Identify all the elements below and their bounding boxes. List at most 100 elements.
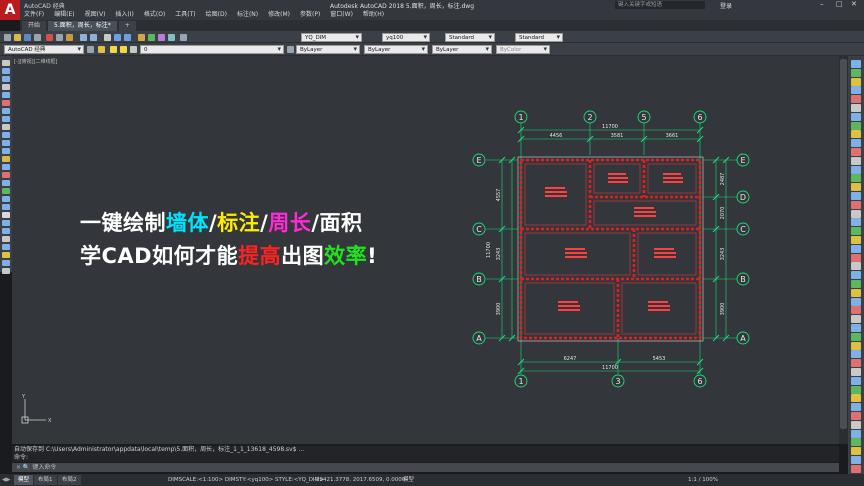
viewport-label[interactable]: [-][俯视][二维线框]	[14, 58, 58, 65]
modify-tool-icon[interactable]	[851, 359, 861, 368]
cut-icon[interactable]	[46, 34, 53, 41]
modify-tool-icon[interactable]	[851, 183, 861, 192]
tab-new[interactable]: +	[118, 21, 136, 31]
draw-tool-icon[interactable]	[2, 148, 10, 154]
draw-tool-icon[interactable]	[2, 92, 10, 98]
vertical-scrollbar[interactable]	[839, 56, 848, 444]
zoom-icon[interactable]	[114, 34, 121, 41]
save-icon[interactable]	[24, 34, 31, 41]
modify-tool-icon[interactable]	[851, 420, 861, 429]
draw-tool-icon[interactable]	[2, 188, 10, 194]
command-input[interactable]: ✕ 🔍 键入命令	[12, 463, 839, 472]
tablestyle-select[interactable]: Standard	[515, 33, 563, 42]
modify-tool-icon[interactable]	[851, 95, 861, 104]
search-input[interactable]: 键入关键字或短语	[615, 1, 705, 9]
draw-tool-icon[interactable]	[2, 140, 10, 146]
modify-tool-icon[interactable]	[851, 271, 861, 280]
layer-select[interactable]: 0	[140, 45, 284, 54]
modify-tool-icon[interactable]	[851, 156, 861, 165]
coordinate-readout[interactable]: -29421.3778, 2017.6509, 0.0000	[314, 474, 405, 486]
modify-tool-icon[interactable]	[851, 447, 861, 456]
draw-tool-icon[interactable]	[2, 236, 10, 242]
modify-tool-icon[interactable]	[851, 350, 861, 359]
dimstyle-select[interactable]: YQ_DIM	[301, 33, 362, 42]
textstyle-select[interactable]: Standard	[445, 33, 495, 42]
draw-tool-icon[interactable]	[2, 156, 10, 162]
dimstyle2-select[interactable]: yq100	[382, 33, 430, 42]
draw-tool-icon[interactable]	[2, 252, 10, 258]
tab-model[interactable]: 模型	[14, 475, 34, 485]
draw-tool-icon[interactable]	[2, 260, 10, 266]
modify-tool-icon[interactable]	[851, 112, 861, 121]
layer-manager-icon[interactable]	[98, 46, 105, 53]
modify-tool-icon[interactable]	[851, 77, 861, 86]
modify-tool-icon[interactable]	[851, 376, 861, 385]
modify-tool-icon[interactable]	[851, 121, 861, 130]
modify-tool-icon[interactable]	[851, 60, 861, 68]
menu-insert[interactable]: 插入(I)	[115, 10, 133, 20]
modify-tool-icon[interactable]	[851, 456, 861, 464]
quick-access-workspace[interactable]: AutoCAD 经典	[24, 1, 65, 10]
app-logo[interactable]: A	[0, 0, 20, 20]
plotstyle-select[interactable]: ByColor	[496, 45, 550, 54]
modify-tool-icon[interactable]	[851, 236, 861, 244]
menu-modify[interactable]: 修改(M)	[268, 10, 290, 20]
pan-icon[interactable]	[104, 34, 111, 41]
layer-sun-icon[interactable]	[120, 46, 127, 53]
modify-tool-icon[interactable]	[851, 174, 861, 183]
draw-tool-icon[interactable]	[2, 76, 10, 82]
draw-tool-icon[interactable]	[2, 268, 10, 274]
modify-tool-icon[interactable]	[851, 253, 861, 262]
command-close-icon[interactable]: ✕ 🔍	[16, 464, 32, 471]
tab-layout1[interactable]: 布局1	[34, 475, 57, 485]
menu-draw[interactable]: 绘图(D)	[206, 10, 227, 20]
paste-icon[interactable]	[66, 34, 73, 41]
modify-tool-icon[interactable]	[851, 209, 861, 218]
draw-tool-icon[interactable]	[2, 212, 10, 218]
modify-tool-icon[interactable]	[851, 68, 861, 77]
close-icon[interactable]: ✕	[851, 0, 857, 8]
menu-format[interactable]: 格式(O)	[144, 10, 165, 20]
draw-tool-icon[interactable]	[2, 228, 10, 234]
modify-tool-icon[interactable]	[851, 192, 861, 200]
modify-tool-icon[interactable]	[851, 200, 861, 209]
scrollbar-thumb[interactable]	[840, 59, 847, 429]
modify-tool-icon[interactable]	[851, 464, 861, 473]
modify-tool-icon[interactable]	[851, 324, 861, 332]
design-center-icon[interactable]	[148, 34, 155, 41]
layer-bulb-icon[interactable]	[110, 46, 117, 53]
tab-start[interactable]: 开始	[22, 21, 47, 31]
copy-icon[interactable]	[56, 34, 63, 41]
workspace-settings-icon[interactable]	[87, 46, 94, 53]
signin-button[interactable]: 登录	[720, 1, 732, 10]
modify-tool-icon[interactable]	[851, 262, 861, 271]
redo-icon[interactable]	[90, 34, 97, 41]
linetype-select[interactable]: ByLayer	[364, 45, 428, 54]
maximize-icon[interactable]: □	[836, 0, 843, 8]
modify-tool-icon[interactable]	[851, 130, 861, 139]
modify-tool-icon[interactable]	[851, 429, 861, 438]
lineweight-select[interactable]: ByLayer	[432, 45, 492, 54]
modify-tool-icon[interactable]	[851, 332, 861, 341]
tab-drawing[interactable]: 5.面积，周长，标注*	[48, 21, 117, 31]
modify-tool-icon[interactable]	[851, 227, 861, 236]
modify-tool-icon[interactable]	[851, 148, 861, 156]
undo-icon[interactable]	[80, 34, 87, 41]
print-icon[interactable]	[34, 34, 41, 41]
draw-tool-icon[interactable]	[2, 180, 10, 186]
modify-tool-icon[interactable]	[851, 86, 861, 95]
layer-lock-icon[interactable]	[130, 46, 137, 53]
draw-tool-icon[interactable]	[2, 100, 10, 106]
modify-tool-icon[interactable]	[851, 385, 861, 394]
layer-previous-icon[interactable]	[287, 46, 294, 53]
modify-tool-icon[interactable]	[851, 139, 861, 148]
annotation-scale[interactable]: 1:1 / 100%	[688, 474, 718, 486]
draw-tool-icon[interactable]	[2, 204, 10, 210]
menu-window[interactable]: 窗口(W)	[330, 10, 353, 20]
draw-tool-icon[interactable]	[2, 172, 10, 178]
zoom-window-icon[interactable]	[124, 34, 131, 41]
modify-tool-icon[interactable]	[851, 280, 861, 288]
menu-file[interactable]: 文件(F)	[24, 10, 44, 20]
menu-tools[interactable]: 工具(T)	[175, 10, 195, 20]
draw-tool-icon[interactable]	[2, 196, 10, 202]
